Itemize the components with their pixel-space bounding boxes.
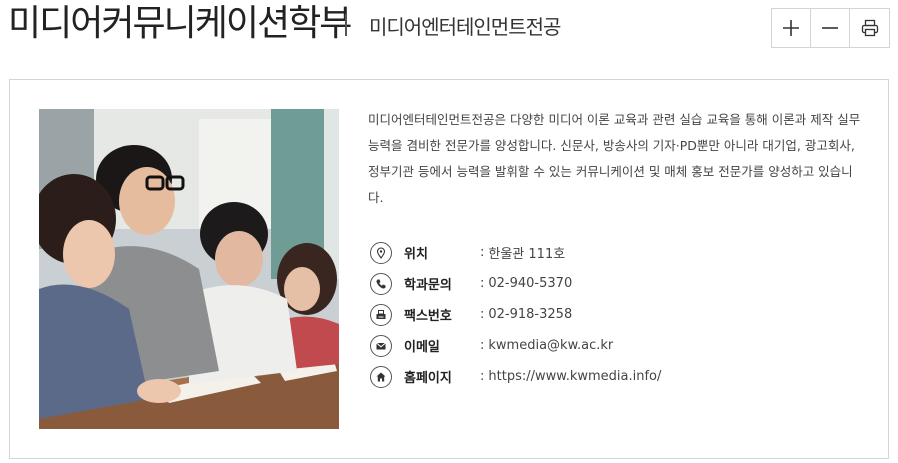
- info-label: 팩스번호: [404, 309, 452, 324]
- view-tools: [771, 8, 890, 48]
- students-photo: [39, 109, 339, 429]
- contact-info-list: 위치 : 한울관 111호 학과문의 : 02-940-5370 팩스번호: …: [370, 237, 870, 392]
- major-info-card: 미디어엔터테인먼트전공은 다양한 미디어 이론 교육과 관련 실습 교육을 통해…: [9, 79, 889, 459]
- info-row-fax: 팩스번호 : 02-918-3258: [370, 299, 870, 330]
- info-row-homepage: 홈페이지 : https://www.kwmedia.info/: [370, 361, 870, 392]
- major-title: 미디어엔터테인먼트전공: [369, 15, 561, 39]
- info-row-location: 위치 : 한울관 111호: [370, 237, 870, 268]
- page-header: 미디어커뮤니케이션학부 미디어엔터테인먼트전공: [0, 0, 898, 50]
- phone-icon: [370, 272, 392, 295]
- major-description: 미디어엔터테인먼트전공은 다양한 미디어 이론 교육과 관련 실습 교육을 통해…: [368, 112, 861, 205]
- fax-icon: [370, 303, 392, 326]
- zoom-out-button[interactable]: [811, 9, 850, 47]
- email-link[interactable]: kwmedia@kw.ac.kr: [488, 338, 613, 353]
- location-icon: [370, 241, 392, 264]
- info-label: 홈페이지: [404, 371, 452, 386]
- info-value[interactable]: 02-940-5370: [488, 276, 572, 291]
- home-icon: [370, 365, 392, 388]
- minus-icon: [822, 27, 838, 29]
- info-label: 이메일: [404, 340, 440, 355]
- info-row-phone: 학과문의 : 02-940-5370: [370, 268, 870, 299]
- info-value: 한울관 111호: [488, 247, 566, 262]
- plus-icon: [783, 20, 799, 36]
- info-label: 위치: [404, 247, 428, 262]
- mail-icon: [370, 334, 392, 357]
- print-button[interactable]: [850, 9, 889, 47]
- zoom-in-button[interactable]: [772, 9, 811, 47]
- info-row-email: 이메일 : kwmedia@kw.ac.kr: [370, 330, 870, 361]
- info-value: 02-918-3258: [488, 307, 573, 322]
- title-separator: [345, 14, 347, 36]
- info-label: 학과문의: [404, 278, 452, 293]
- homepage-link[interactable]: https://www.kwmedia.info/: [488, 369, 661, 384]
- department-title: 미디어커뮤니케이션학부: [8, 3, 352, 44]
- print-icon: [861, 19, 878, 37]
